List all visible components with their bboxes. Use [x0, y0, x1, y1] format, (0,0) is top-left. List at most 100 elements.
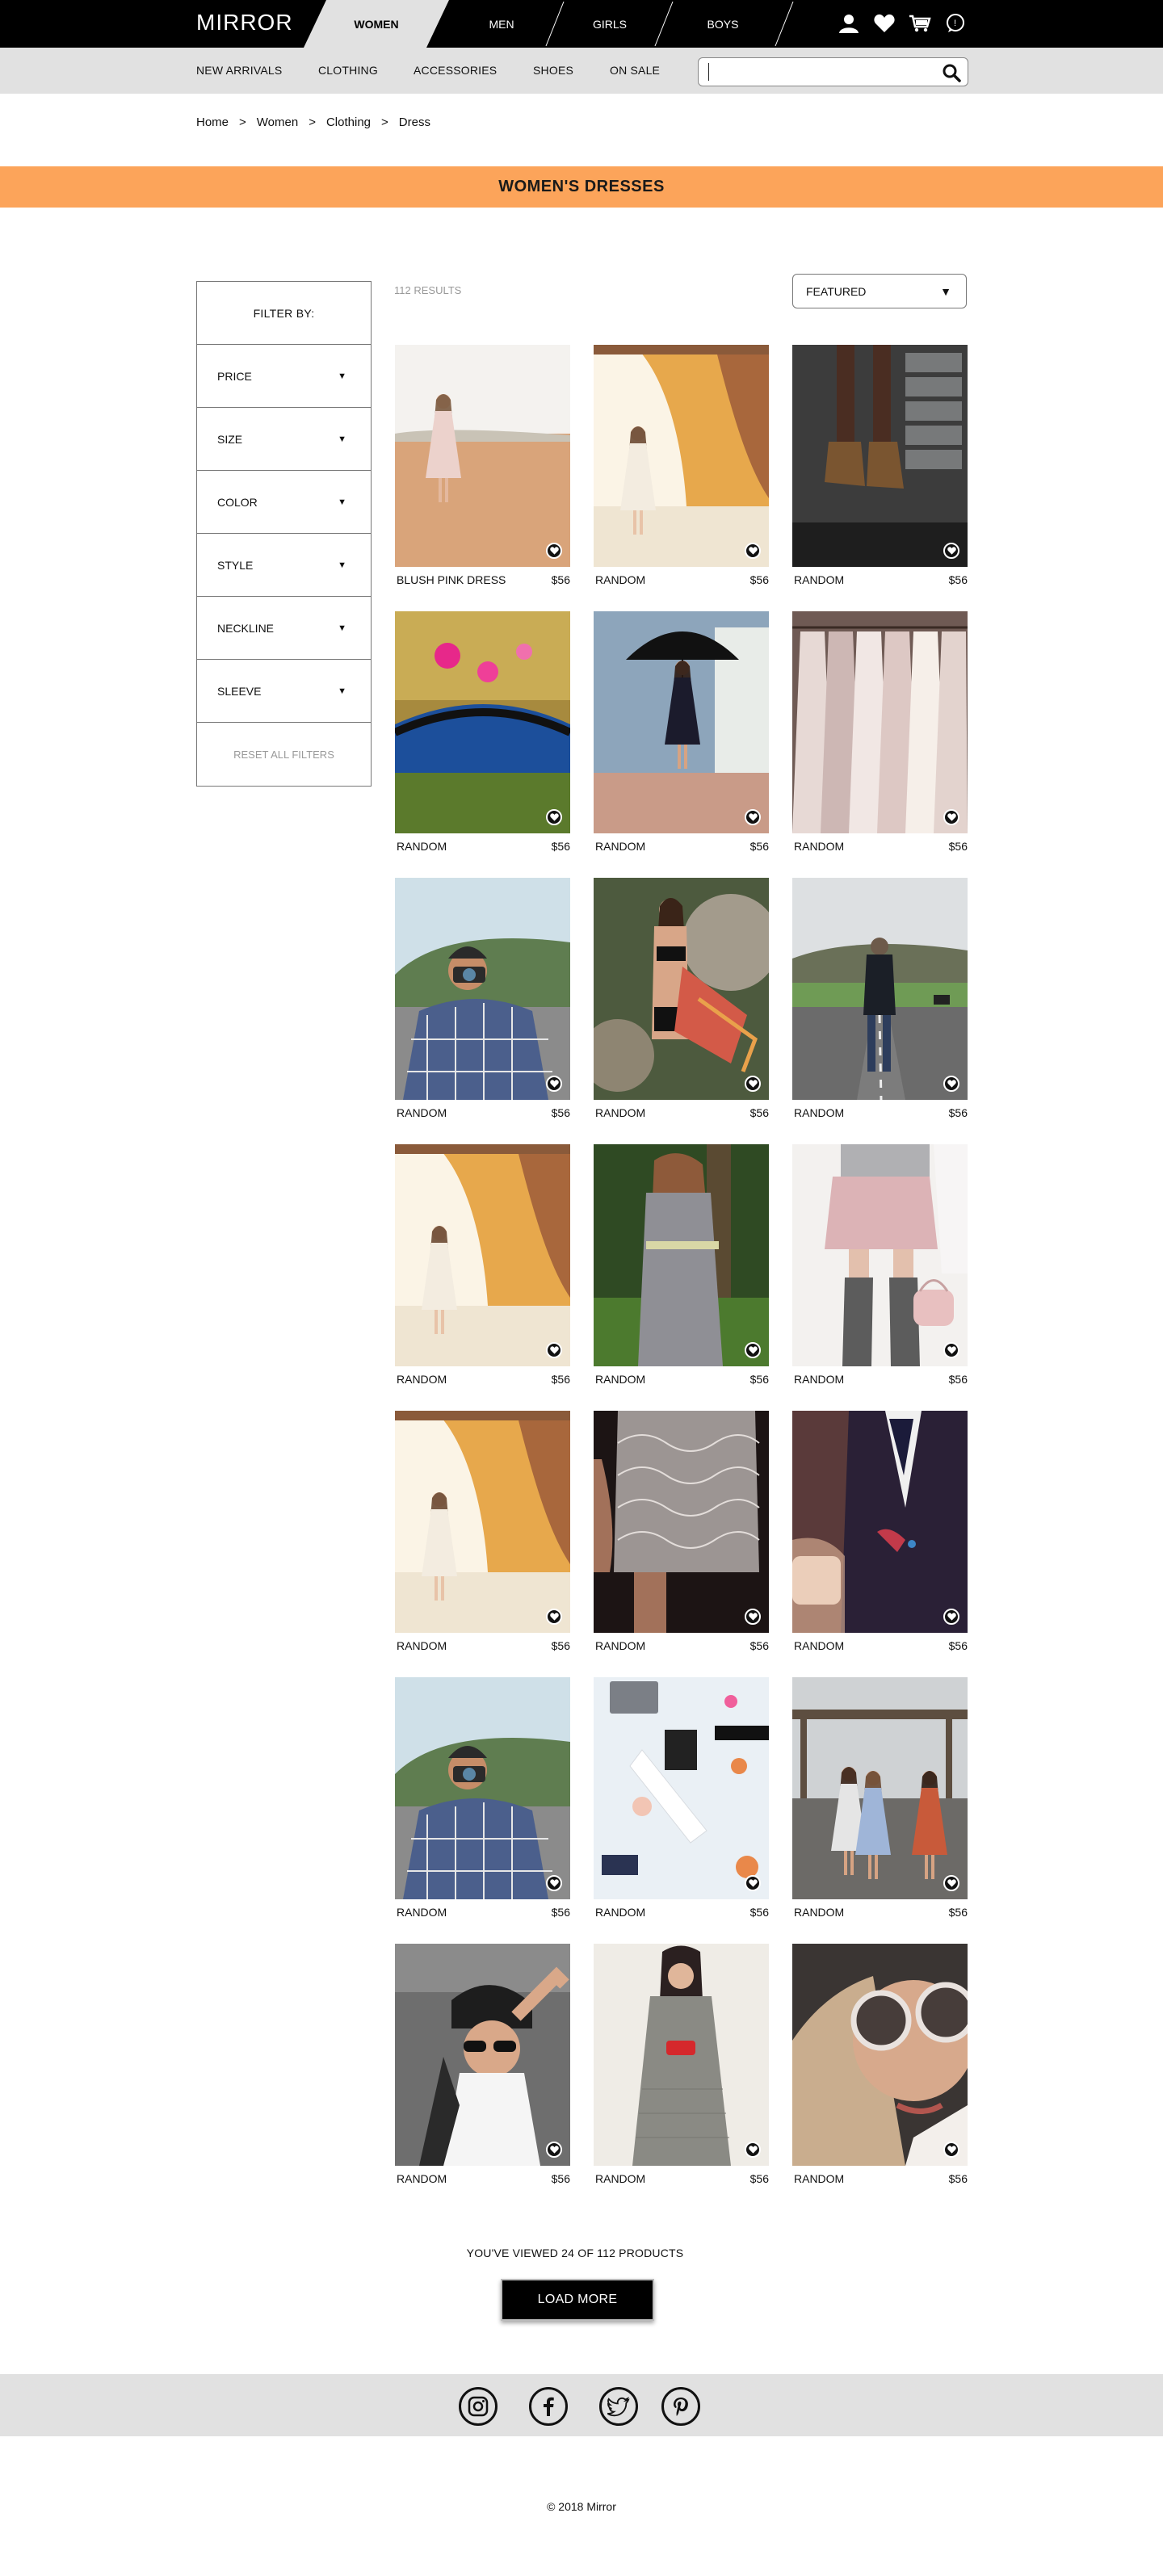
product-image[interactable] [594, 611, 769, 833]
product-card[interactable]: RANDOM $56 [395, 1677, 570, 1919]
product-name[interactable]: RANDOM [595, 840, 645, 853]
product-image[interactable] [792, 1144, 968, 1366]
product-name[interactable]: RANDOM [595, 2172, 645, 2185]
favorite-heart-icon[interactable] [943, 2142, 959, 2158]
category-on-sale[interactable]: ON SALE [610, 64, 660, 77]
product-image[interactable] [395, 1677, 570, 1899]
favorite-heart-icon[interactable] [745, 809, 761, 825]
reset-filters-button[interactable]: RESET ALL FILTERS [197, 723, 371, 786]
favorite-heart-icon[interactable] [745, 2142, 761, 2158]
facebook-icon[interactable] [529, 2387, 568, 2426]
filter-price[interactable]: PRICE ▼ [197, 345, 371, 408]
favorite-heart-icon[interactable] [546, 1342, 562, 1358]
product-name[interactable]: RANDOM [595, 1639, 645, 1652]
product-image[interactable] [792, 345, 968, 567]
favorite-heart-icon[interactable] [546, 1609, 562, 1625]
product-image[interactable] [594, 1944, 769, 2166]
favorite-heart-icon[interactable] [943, 1342, 959, 1358]
favorite-heart-icon[interactable] [745, 543, 761, 559]
product-name[interactable]: RANDOM [595, 1106, 645, 1119]
product-image[interactable] [792, 878, 968, 1100]
product-image[interactable] [395, 878, 570, 1100]
favorite-heart-icon[interactable] [745, 1076, 761, 1092]
product-card[interactable]: RANDOM $56 [594, 1677, 769, 1919]
favorite-heart-icon[interactable] [943, 809, 959, 825]
product-name[interactable]: RANDOM [794, 1906, 844, 1919]
tab-men[interactable]: MEN [449, 0, 554, 48]
category-new-arrivals[interactable]: NEW ARRIVALS [196, 64, 282, 77]
product-image[interactable] [792, 611, 968, 833]
product-image[interactable] [594, 878, 769, 1100]
product-image[interactable] [594, 1411, 769, 1633]
product-card[interactable]: RANDOM $56 [594, 878, 769, 1119]
product-image[interactable] [395, 1944, 570, 2166]
product-card[interactable]: RANDOM $56 [395, 878, 570, 1119]
product-name[interactable]: RANDOM [397, 1639, 447, 1652]
favorite-heart-icon[interactable] [546, 2142, 562, 2158]
product-card[interactable]: RANDOM $56 [792, 611, 968, 853]
product-card[interactable]: RANDOM $56 [594, 1411, 769, 1652]
product-card[interactable]: RANDOM $56 [594, 1944, 769, 2185]
favorite-heart-icon[interactable] [546, 809, 562, 825]
product-name[interactable]: RANDOM [397, 1373, 447, 1386]
product-name[interactable]: RANDOM [595, 1906, 645, 1919]
load-more-button[interactable]: LOAD MORE [501, 2279, 654, 2321]
breadcrumb-dress[interactable]: Dress [399, 115, 430, 129]
product-card[interactable]: RANDOM $56 [792, 1944, 968, 2185]
product-image[interactable] [395, 611, 570, 833]
favorite-heart-icon[interactable] [943, 1875, 959, 1891]
favorite-heart-icon[interactable] [546, 1076, 562, 1092]
product-image[interactable] [395, 1144, 570, 1366]
product-image[interactable] [792, 1944, 968, 2166]
product-card[interactable]: RANDOM $56 [395, 611, 570, 853]
search-input[interactable] [708, 63, 926, 81]
filter-neckline[interactable]: NECKLINE ▼ [197, 597, 371, 660]
favorite-heart-icon[interactable] [546, 543, 562, 559]
product-image[interactable] [395, 345, 570, 567]
product-card[interactable]: RANDOM $56 [594, 611, 769, 853]
product-name[interactable]: RANDOM [397, 840, 447, 853]
product-card[interactable]: RANDOM $56 [395, 1144, 570, 1386]
product-name[interactable]: RANDOM [397, 1106, 447, 1119]
product-card[interactable]: RANDOM $56 [395, 1944, 570, 2185]
favorite-heart-icon[interactable] [943, 1609, 959, 1625]
search-icon[interactable] [942, 63, 961, 82]
product-name[interactable]: RANDOM [794, 1639, 844, 1652]
filter-style[interactable]: STYLE ▼ [197, 534, 371, 597]
product-image[interactable] [594, 1144, 769, 1366]
product-card[interactable]: RANDOM $56 [792, 1411, 968, 1652]
filter-size[interactable]: SIZE ▼ [197, 408, 371, 471]
product-card[interactable]: BLUSH PINK DRESS $56 [395, 345, 570, 586]
tab-women[interactable]: WOMEN [304, 0, 449, 48]
product-name[interactable]: RANDOM [794, 573, 844, 586]
filter-sleeve[interactable]: SLEEVE ▼ [197, 660, 371, 723]
product-card[interactable]: RANDOM $56 [792, 878, 968, 1119]
product-card[interactable]: RANDOM $56 [792, 1677, 968, 1919]
breadcrumb-clothing[interactable]: Clothing [326, 115, 371, 129]
product-name[interactable]: RANDOM [595, 1373, 645, 1386]
favorite-heart-icon[interactable] [745, 1342, 761, 1358]
category-shoes[interactable]: SHOES [533, 64, 573, 77]
product-name[interactable]: RANDOM [794, 840, 844, 853]
breadcrumb-home[interactable]: Home [196, 115, 229, 129]
product-card[interactable]: RANDOM $56 [395, 1411, 570, 1652]
product-name[interactable]: BLUSH PINK DRESS [397, 573, 506, 586]
product-name[interactable]: RANDOM [794, 1373, 844, 1386]
pinterest-icon[interactable] [661, 2387, 700, 2426]
product-image[interactable] [395, 1411, 570, 1633]
favorite-heart-icon[interactable] [745, 1875, 761, 1891]
cart-icon[interactable] [908, 11, 932, 36]
product-image[interactable] [792, 1411, 968, 1633]
product-card[interactable]: RANDOM $56 [792, 1144, 968, 1386]
favorite-heart-icon[interactable] [943, 543, 959, 559]
favorite-heart-icon[interactable] [943, 1076, 959, 1092]
product-name[interactable]: RANDOM [794, 2172, 844, 2185]
product-card[interactable]: RANDOM $56 [594, 345, 769, 586]
product-name[interactable]: RANDOM [397, 2172, 447, 2185]
chat-icon[interactable]: ! [943, 11, 968, 36]
twitter-icon[interactable] [599, 2387, 638, 2426]
favorite-heart-icon[interactable] [745, 1609, 761, 1625]
breadcrumb-women[interactable]: Women [257, 115, 298, 129]
brand-logo[interactable]: MIRROR [196, 10, 293, 36]
product-image[interactable] [594, 1677, 769, 1899]
